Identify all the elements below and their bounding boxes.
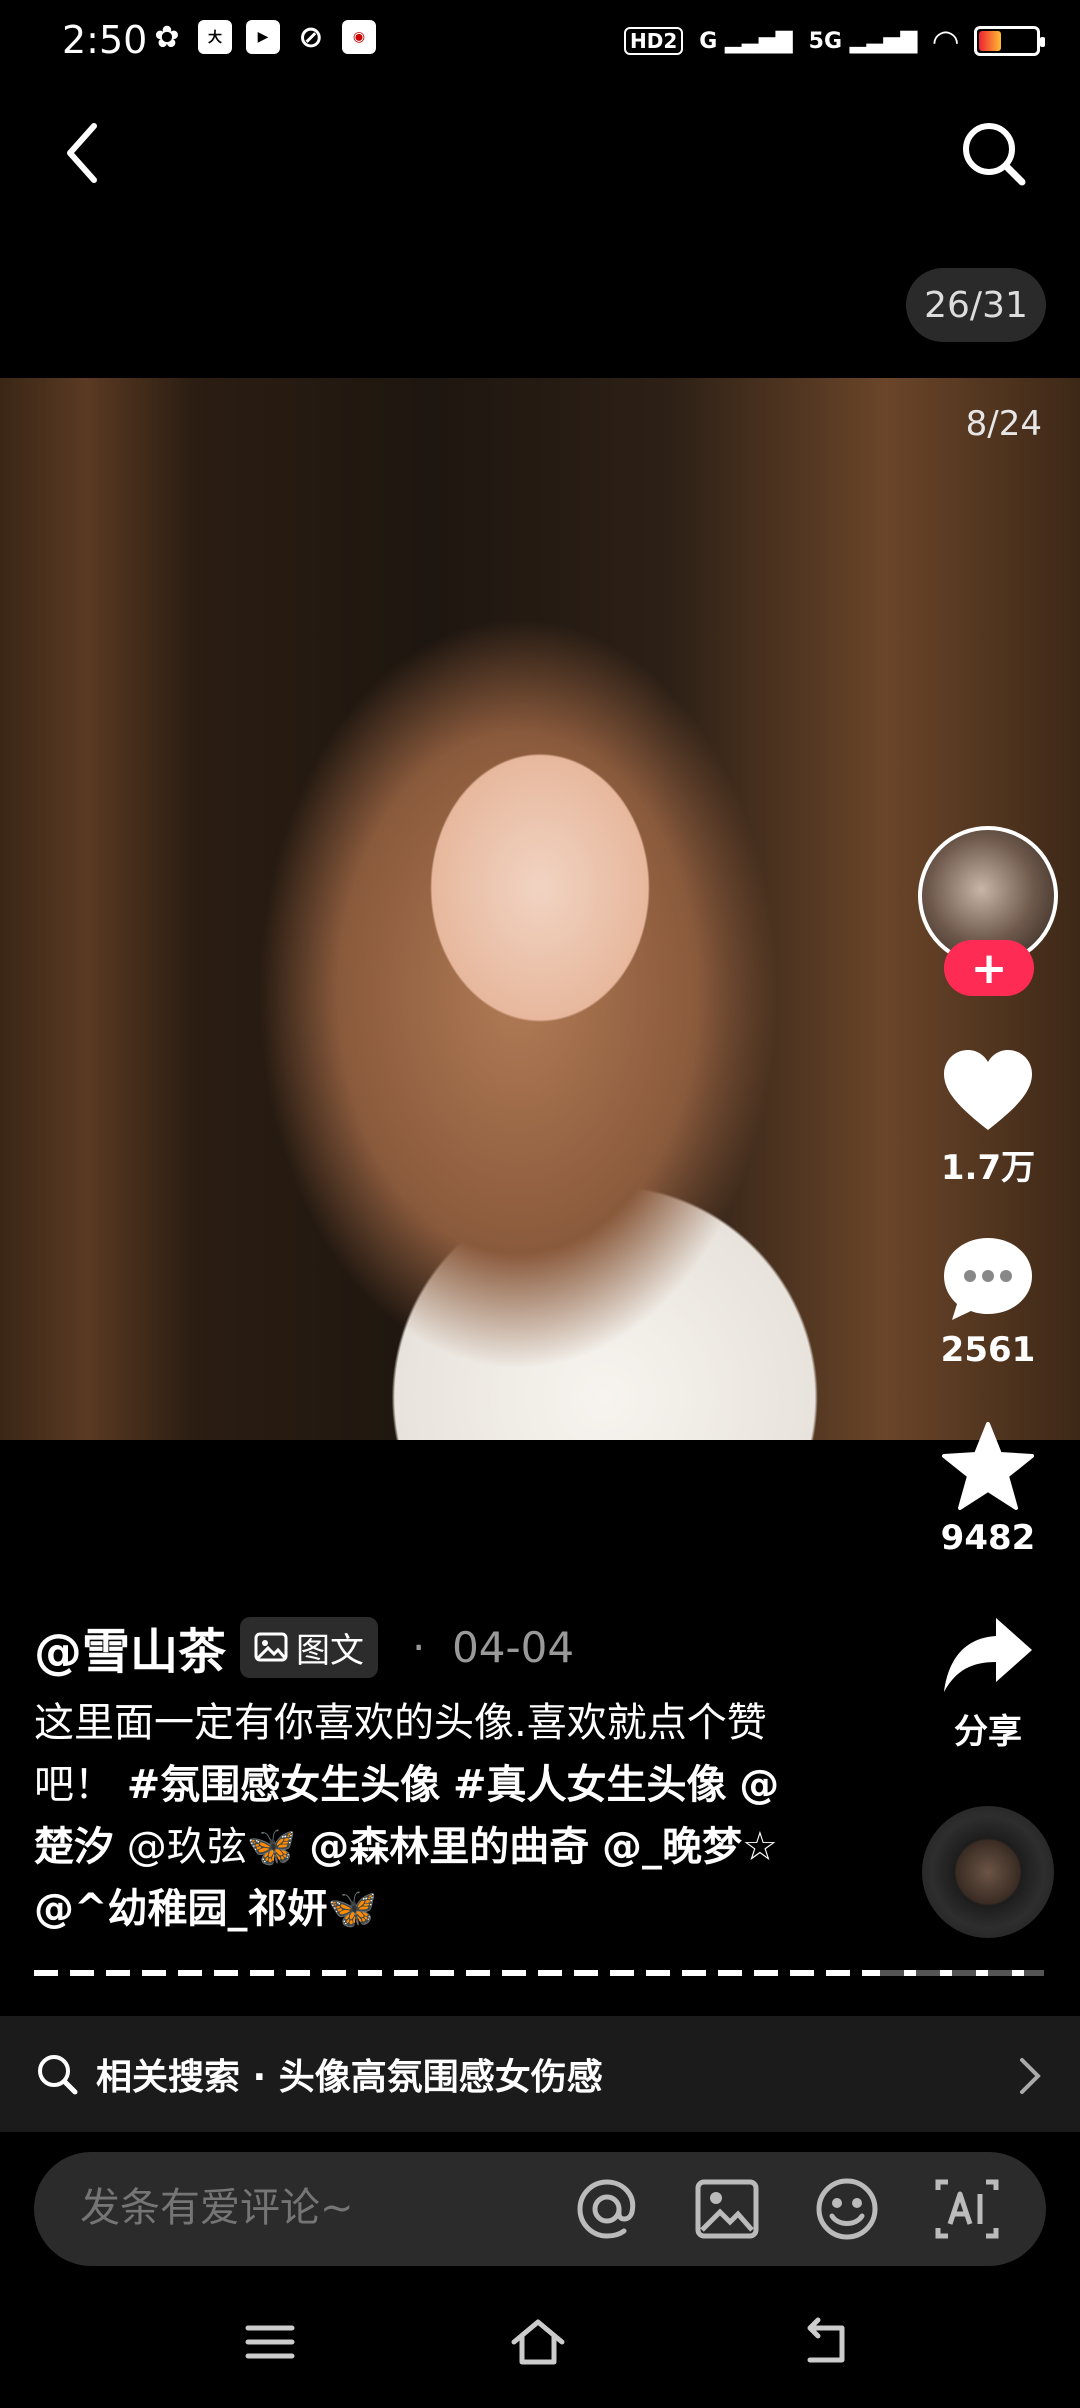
related-search-label: 相关搜索 · 头像高氛围感女伤感 [96, 2057, 603, 2098]
post-caption: 这里面一定有你喜欢的头像.喜欢就点个赞吧！ #氛围感女生头像 #真人女生头像 @… [34, 1692, 794, 1940]
menu-icon[interactable] [240, 2312, 300, 2372]
signal-5g-icon: 5G ▂▃▅▇ [808, 28, 918, 54]
star-icon [942, 1422, 1034, 1510]
comment-icon [944, 1238, 1032, 1320]
comment-bar [34, 2152, 1046, 2266]
progress-remaining [880, 1970, 1044, 1976]
back-nav-icon[interactable] [796, 2312, 856, 2372]
mention[interactable]: @森林里的曲奇 [309, 1824, 589, 1870]
signal-icon: G ▂▃▅▇ [699, 28, 793, 54]
post-type-badge: 图文 [240, 1616, 379, 1678]
status-time: 2:50 [62, 18, 148, 62]
app-icon: ◉ [342, 20, 376, 54]
share-label: 分享 [954, 1712, 1022, 1752]
status-indicators: HD2 G ▂▃▅▇ 5G ▂▃▅▇ ◠ [624, 22, 1045, 60]
music-disc[interactable] [922, 1806, 1054, 1938]
search-icon[interactable] [958, 118, 1028, 188]
share-button[interactable]: 分享 [918, 1612, 1058, 1753]
image-icon [254, 1632, 288, 1662]
follow-button[interactable]: + [944, 940, 1034, 996]
related-search-bar[interactable]: 相关搜索 · 头像高氛围感女伤感 [0, 2016, 1080, 2132]
app-icon: 大 [198, 20, 232, 54]
app-icon: ✿ [154, 19, 180, 55]
emoji-icon[interactable] [814, 2176, 880, 2242]
hashtag[interactable]: #氛围感女生头像 [127, 1762, 441, 1808]
wifi-icon: ◠ [933, 22, 958, 60]
like-count: 1.7万 [940, 1148, 1036, 1188]
home-icon[interactable] [508, 2312, 568, 2372]
comment-button[interactable]: 2561 [918, 1234, 1058, 1370]
comment-input[interactable] [78, 2184, 522, 2232]
post-date: · 04-04 [412, 1623, 574, 1672]
comment-count: 2561 [940, 1330, 1036, 1370]
author-row: @雪山茶 图文 · 04-04 [34, 1612, 574, 1682]
signal-label: 5G [808, 28, 843, 54]
post-type-label: 图文 [296, 1630, 365, 1671]
hd-icon: HD2 [624, 27, 684, 55]
photo-counter: 8/24 [965, 404, 1042, 444]
signal-label: G [699, 28, 718, 54]
play-icon: ▶ [246, 20, 280, 54]
at-mention-icon[interactable] [574, 2176, 640, 2242]
ai-icon[interactable] [934, 2176, 1000, 2242]
mention[interactable]: @玖弦🦋 [127, 1824, 297, 1870]
author-name[interactable]: @雪山茶 [34, 1612, 226, 1682]
share-icon [944, 1618, 1032, 1692]
hashtag[interactable]: #真人女生头像 [453, 1762, 727, 1808]
app-icon: ⊘ [298, 19, 324, 55]
chevron-right-icon [1020, 2058, 1041, 2094]
search-icon [38, 2055, 78, 2095]
mention[interactable]: @_晚梦☆ [602, 1824, 778, 1870]
favorite-count: 9482 [940, 1518, 1036, 1558]
favorite-button[interactable]: 9482 [918, 1420, 1058, 1558]
heart-icon [944, 1050, 1032, 1130]
date-value: 04-04 [452, 1622, 575, 1672]
mention[interactable]: @^幼稚园_祁妍🦋 [34, 1886, 377, 1932]
separator-dot: · [412, 1622, 426, 1672]
back-icon[interactable] [56, 118, 112, 188]
battery-icon [974, 26, 1045, 56]
image-picker-icon[interactable] [694, 2176, 760, 2242]
page-counter: 26/31 [906, 268, 1046, 342]
like-button[interactable]: 1.7万 [918, 1048, 1058, 1189]
status-app-icons: ✿ 大 ▶ ⊘ ◉ [150, 19, 376, 55]
